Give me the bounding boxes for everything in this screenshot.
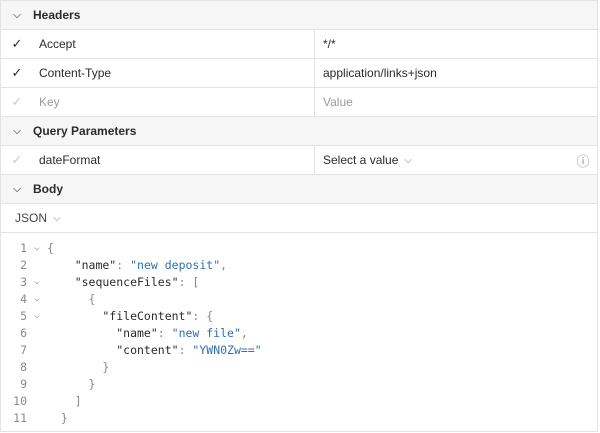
header-row-content-type: ✓ Content-Type application/links+json xyxy=(1,59,597,88)
line-number: 8 xyxy=(20,359,27,374)
code-line[interactable]: 7 "content": "YWN0Zw==" xyxy=(1,341,597,358)
code-token: , xyxy=(240,325,248,340)
code-token: "new file" xyxy=(171,325,241,340)
code-line[interactable]: 3 ⌵ "sequenceFiles": [ xyxy=(1,273,597,290)
code-token: "content" xyxy=(47,342,179,357)
code-line[interactable]: 6 "name": "new file", xyxy=(1,324,597,341)
check-icon[interactable]: ✓ xyxy=(1,36,33,52)
code-text: } xyxy=(47,411,68,425)
code-token: "new deposit" xyxy=(130,257,221,272)
code-text: "content": "YWN0Zw==" xyxy=(47,342,262,357)
code-token: "name" xyxy=(47,257,117,272)
code-token: } xyxy=(47,410,68,425)
code-token: } xyxy=(47,359,110,374)
header-key[interactable]: Accept xyxy=(33,30,315,58)
format-label: JSON xyxy=(15,211,48,225)
code-token: "YWN0Zw==" xyxy=(192,342,262,357)
code-line[interactable]: 2 "name": "new deposit", xyxy=(1,256,597,273)
header-row-accept: ✓ Accept */* xyxy=(1,30,597,59)
code-editor[interactable]: 1 ⌵{2 "name": "new deposit", 3 ⌵ "sequenceF… xyxy=(1,233,597,426)
code-token: "sequenceFiles" xyxy=(47,274,179,289)
info-icon[interactable]: ⓘ xyxy=(569,151,597,170)
headers-section-header[interactable]: ⌵ Headers xyxy=(1,1,597,30)
line-number: 11 xyxy=(13,410,27,425)
header-value-input[interactable]: Value xyxy=(315,88,597,116)
code-line[interactable]: 10 ] xyxy=(1,392,597,409)
code-token: } xyxy=(47,376,96,391)
chevron-down-icon[interactable]: ⌵ xyxy=(1,184,33,195)
code-line[interactable]: 11 } xyxy=(1,409,597,426)
code-line[interactable]: 5 ⌵ "fileContent": { xyxy=(1,307,597,324)
fold-chevron-icon[interactable]: ⌵ xyxy=(27,277,47,287)
body-title: Body xyxy=(33,182,63,196)
header-row-new: ✓ Key Value xyxy=(1,88,597,117)
body-section-header[interactable]: ⌵ Body xyxy=(1,175,597,204)
line-number: 9 xyxy=(20,376,27,391)
code-token: : xyxy=(178,342,193,357)
header-value[interactable]: application/links+json xyxy=(315,59,597,87)
code-text: "name": "new file", xyxy=(47,326,248,340)
code-line[interactable]: 4 ⌵ { xyxy=(1,290,597,307)
code-text: { xyxy=(47,291,96,306)
chevron-down-icon: ⌵ xyxy=(53,212,61,224)
code-text: "sequenceFiles": [ xyxy=(47,274,200,289)
code-token: : xyxy=(116,257,131,272)
line-number: 1 xyxy=(20,240,27,255)
code-token: ] xyxy=(47,393,82,408)
line-number: 2 xyxy=(20,257,27,272)
code-text: ] xyxy=(47,394,82,408)
line-number: 6 xyxy=(20,325,27,340)
chevron-down-icon[interactable]: ⌵ xyxy=(1,126,33,137)
line-number: 3 xyxy=(20,274,27,289)
fold-chevron-icon[interactable]: ⌵ xyxy=(27,311,47,321)
code-token: , xyxy=(220,257,228,272)
chevron-down-icon: ⌵ xyxy=(404,154,412,166)
code-token: "name" xyxy=(47,325,158,340)
code-line[interactable]: 8 } xyxy=(1,358,597,375)
line-number: 10 xyxy=(13,393,27,408)
code-text: } xyxy=(47,360,109,374)
code-line[interactable]: 1 ⌵{ xyxy=(1,239,597,256)
check-icon[interactable]: ✓ xyxy=(1,65,33,81)
query-key[interactable]: dateFormat xyxy=(33,146,315,174)
chevron-down-icon[interactable]: ⌵ xyxy=(1,10,33,21)
header-key[interactable]: Content-Type xyxy=(33,59,315,87)
query-row-dateformat: ✓ dateFormat Select a value ⌵ ⓘ xyxy=(1,146,597,175)
fold-chevron-icon[interactable]: ⌵ xyxy=(27,243,47,253)
body-format-select[interactable]: JSON ⌵ xyxy=(1,204,597,233)
code-text: "name": "new deposit", xyxy=(47,258,227,272)
header-value[interactable]: */* xyxy=(315,30,597,58)
check-icon[interactable]: ✓ xyxy=(1,152,33,168)
code-token: : xyxy=(157,325,172,340)
request-editor: ⌵ Headers ✓ Accept */* ✓ Content-Type ap… xyxy=(0,0,598,432)
query-value-select[interactable]: Select a value ⌵ xyxy=(315,146,569,174)
code-token: : { xyxy=(192,308,214,323)
code-token: { xyxy=(47,240,54,255)
code-token: "fileContent" xyxy=(47,308,193,323)
line-number: 7 xyxy=(20,342,27,357)
line-number: 5 xyxy=(20,308,27,323)
line-number: 4 xyxy=(20,291,27,306)
query-title: Query Parameters xyxy=(33,124,137,138)
code-token: { xyxy=(47,291,96,306)
code-text: { xyxy=(47,241,54,255)
header-key-input[interactable]: Key xyxy=(33,88,315,116)
headers-title: Headers xyxy=(33,8,81,22)
code-text: "fileContent": { xyxy=(47,309,213,323)
query-section-header[interactable]: ⌵ Query Parameters xyxy=(1,117,597,146)
select-label: Select a value xyxy=(323,153,399,167)
code-token: : [ xyxy=(178,274,200,289)
fold-chevron-icon[interactable]: ⌵ xyxy=(27,294,47,304)
check-icon[interactable]: ✓ xyxy=(1,94,33,110)
code-line[interactable]: 9 } xyxy=(1,375,597,392)
code-text: } xyxy=(47,376,96,391)
